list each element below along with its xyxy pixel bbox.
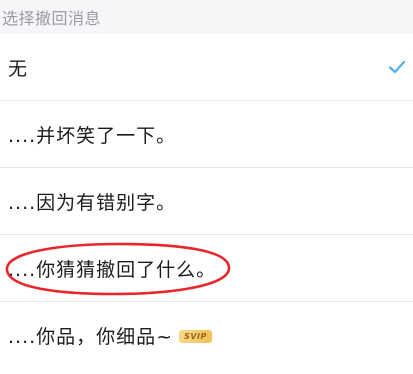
option-label: ....并坏笑了一下。	[8, 124, 177, 147]
option-label: 无	[8, 57, 29, 80]
check-icon	[388, 60, 406, 74]
option-label: ....你品，你细品~	[8, 326, 174, 348]
recall-option-list: 无 ....并坏笑了一下。 ....因为有错别字。 ....你猜猜撤回了什么。 …	[0, 34, 413, 369]
recall-message-selector: 选择撤回消息 无 ....并坏笑了一下。 ....因为有错别字。 ....你猜猜…	[0, 0, 413, 374]
option-label: ....因为有错别字。	[8, 191, 177, 214]
section-header: 选择撤回消息	[0, 0, 413, 34]
section-title: 选择撤回消息	[2, 9, 102, 28]
option-savor[interactable]: ....你品，你细品~ SVIP	[0, 302, 413, 369]
option-typo[interactable]: ....因为有错别字。	[0, 168, 413, 235]
option-label: ....你猜猜撤回了什么。	[8, 258, 217, 281]
option-smirk[interactable]: ....并坏笑了一下。	[0, 101, 413, 168]
svip-badge: SVIP	[179, 330, 212, 343]
option-guess[interactable]: ....你猜猜撤回了什么。	[0, 235, 413, 302]
option-none[interactable]: 无	[0, 34, 413, 101]
